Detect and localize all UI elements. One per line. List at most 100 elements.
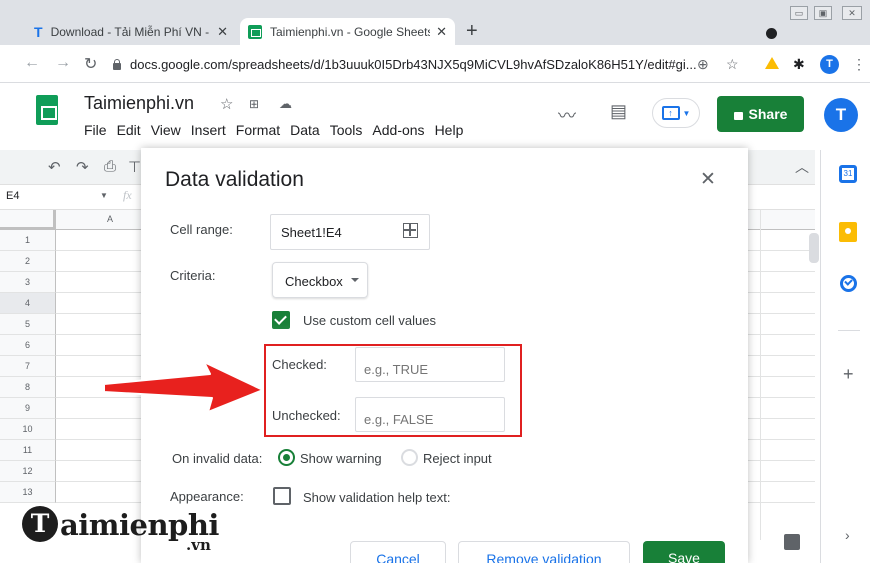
explore-icon[interactable] bbox=[784, 534, 800, 550]
browser-tab-sheets[interactable]: Taimienphi.vn - Google Sheets ✕ bbox=[240, 18, 455, 45]
print-icon[interactable]: ⎙ bbox=[104, 158, 116, 175]
close-tab-icon[interactable]: ✕ bbox=[217, 24, 228, 40]
menu-format[interactable]: Format bbox=[236, 122, 280, 138]
collapse-menus-icon[interactable]: ︿ bbox=[795, 157, 809, 177]
reload-icon[interactable]: ↻ bbox=[84, 54, 97, 74]
new-tab-button[interactable]: + bbox=[466, 20, 478, 43]
browser-tab-bar: T Download - Tải Miễn Phí VN - Ph ✕ Taim… bbox=[0, 0, 870, 45]
tab-title: Download - Tải Miễn Phí VN - Ph bbox=[50, 24, 212, 39]
help-text-label[interactable]: Show validation help text: bbox=[303, 490, 450, 505]
menu-edit[interactable]: Edit bbox=[117, 122, 141, 138]
help-text-checkbox[interactable] bbox=[273, 487, 291, 505]
undo-icon[interactable]: ↶ bbox=[48, 158, 61, 176]
chevron-right-icon[interactable]: › bbox=[845, 527, 850, 543]
row-header[interactable]: 9 bbox=[0, 398, 56, 419]
lock-icon bbox=[112, 58, 122, 70]
checked-label: Checked: bbox=[272, 357, 327, 372]
close-tab-icon[interactable]: ✕ bbox=[436, 24, 447, 40]
lock-icon bbox=[733, 111, 743, 120]
chevron-down-icon[interactable]: ▼ bbox=[100, 191, 108, 200]
menu-data[interactable]: Data bbox=[290, 122, 320, 138]
column-divider bbox=[760, 210, 761, 540]
star-icon[interactable]: ☆ bbox=[220, 95, 233, 113]
back-arrow-icon[interactable]: ← bbox=[24, 54, 40, 72]
watermark-suffix: .vn bbox=[186, 536, 211, 554]
menu-view[interactable]: View bbox=[151, 122, 181, 138]
cell-range-label: Cell range: bbox=[170, 222, 233, 237]
comments-icon[interactable]: ▤ bbox=[610, 101, 627, 122]
paint-format-icon[interactable]: ⊤ bbox=[128, 158, 141, 176]
row-header[interactable]: 7 bbox=[0, 356, 56, 377]
vertical-scrollbar[interactable] bbox=[809, 233, 819, 263]
row-header[interactable]: 4 bbox=[0, 293, 56, 314]
forward-arrow-icon[interactable]: → bbox=[55, 54, 71, 72]
cancel-button[interactable]: Cancel bbox=[350, 541, 446, 563]
present-button[interactable]: ↑ ▼ bbox=[652, 98, 700, 128]
row-header[interactable]: 12 bbox=[0, 461, 56, 482]
redo-icon[interactable]: ↷ bbox=[76, 158, 89, 176]
use-custom-values-label[interactable]: Use custom cell values bbox=[303, 313, 436, 328]
side-panel-divider bbox=[838, 330, 860, 331]
menu-bar: File Edit View Insert Format Data Tools … bbox=[84, 122, 473, 138]
close-window-button[interactable]: ✕ bbox=[842, 6, 862, 20]
menu-file[interactable]: File bbox=[84, 122, 107, 138]
checked-value-input[interactable] bbox=[355, 347, 505, 382]
menu-insert[interactable]: Insert bbox=[191, 122, 226, 138]
row-header[interactable]: 2 bbox=[0, 251, 56, 272]
row-header[interactable]: 13 bbox=[0, 482, 56, 503]
row-header[interactable]: 1 bbox=[0, 230, 56, 251]
extensions-puzzle-icon[interactable]: ✱ bbox=[793, 56, 805, 73]
save-button[interactable]: Save bbox=[643, 541, 725, 563]
menu-addons[interactable]: Add-ons bbox=[372, 122, 424, 138]
select-all-corner[interactable] bbox=[0, 210, 56, 230]
record-indicator-icon bbox=[766, 28, 777, 39]
reject-input-radio[interactable] bbox=[401, 449, 418, 466]
tasks-icon[interactable] bbox=[840, 275, 857, 292]
show-warning-radio[interactable] bbox=[278, 449, 295, 466]
activity-trend-icon[interactable]: 〰 bbox=[558, 102, 576, 128]
row-header[interactable]: 5 bbox=[0, 314, 56, 335]
minimize-window-button[interactable]: ▭ bbox=[790, 6, 808, 20]
url-field[interactable]: docs.google.com/spreadsheets/d/1b3uuuk0I… bbox=[112, 51, 742, 77]
menu-tools[interactable]: Tools bbox=[330, 122, 363, 138]
remove-validation-button[interactable]: Remove validation bbox=[458, 541, 630, 563]
document-title[interactable]: Taimienphi.vn bbox=[84, 93, 194, 114]
user-avatar[interactable]: T bbox=[824, 98, 858, 132]
row-header[interactable]: 3 bbox=[0, 272, 56, 293]
browser-menu-icon[interactable]: ⋮ bbox=[852, 56, 866, 73]
row-header[interactable]: 11 bbox=[0, 440, 56, 461]
google-drive-extension-icon[interactable] bbox=[765, 57, 779, 69]
close-icon[interactable]: ✕ bbox=[700, 168, 716, 191]
cloud-status-icon: ☁ bbox=[279, 96, 292, 111]
keep-icon[interactable] bbox=[839, 222, 857, 242]
browser-tab-download[interactable]: T Download - Tải Miễn Phí VN - Ph ✕ bbox=[26, 18, 236, 45]
zoom-icon[interactable]: ⊕ bbox=[697, 56, 709, 73]
google-sheets-logo[interactable] bbox=[36, 95, 58, 125]
taimienphi-logo: T bbox=[22, 506, 58, 542]
row-header[interactable]: 6 bbox=[0, 335, 56, 356]
menu-help[interactable]: Help bbox=[435, 122, 464, 138]
unchecked-label: Unchecked: bbox=[272, 408, 341, 423]
maximize-window-button[interactable]: ▣ bbox=[814, 6, 832, 20]
google-sheets-icon bbox=[248, 24, 262, 39]
row-header[interactable]: 8 bbox=[0, 377, 56, 398]
get-addons-plus-icon[interactable]: + bbox=[843, 364, 854, 385]
move-folder-icon[interactable]: ⊞ bbox=[249, 97, 259, 111]
unchecked-value-input[interactable] bbox=[355, 397, 505, 432]
fx-icon: fx bbox=[123, 188, 132, 202]
criteria-label: Criteria: bbox=[170, 268, 216, 283]
calendar-icon[interactable]: 31 bbox=[839, 165, 857, 183]
row-header[interactable]: 10 bbox=[0, 419, 56, 440]
dialog-title: Data validation bbox=[165, 168, 304, 191]
reject-input-label[interactable]: Reject input bbox=[423, 451, 492, 466]
invalid-data-label: On invalid data: bbox=[172, 451, 263, 466]
browser-profile-avatar[interactable]: T bbox=[820, 55, 839, 74]
bookmark-star-icon[interactable]: ☆ bbox=[726, 56, 739, 73]
show-warning-label[interactable]: Show warning bbox=[300, 451, 382, 466]
url-text: docs.google.com/spreadsheets/d/1b3uuuk0I… bbox=[130, 56, 697, 72]
tab-title: Taimienphi.vn - Google Sheets bbox=[270, 24, 431, 39]
name-box[interactable]: E4 bbox=[6, 190, 19, 202]
use-custom-values-checkbox[interactable] bbox=[272, 311, 290, 329]
share-button[interactable]: Share bbox=[717, 96, 804, 132]
select-range-grid-icon[interactable] bbox=[403, 223, 418, 238]
